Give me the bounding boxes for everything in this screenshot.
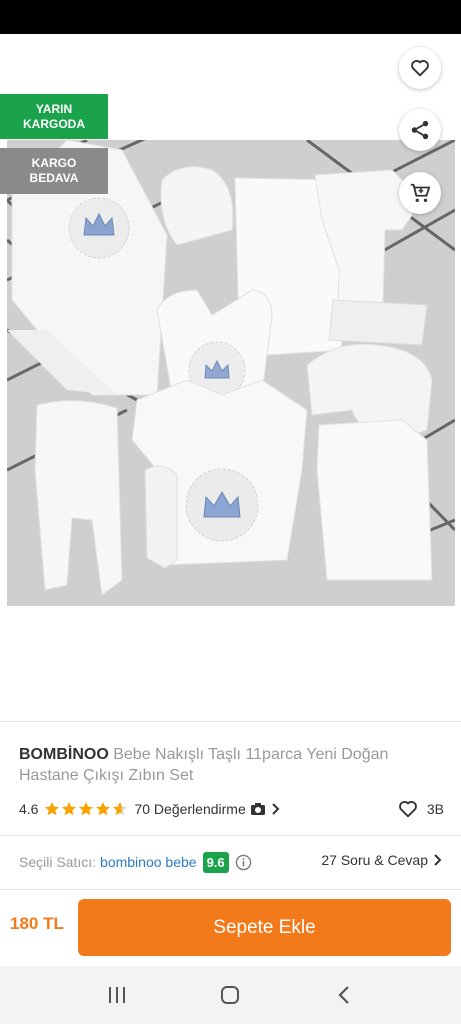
share-button[interactable] [399, 109, 441, 151]
star-rating [44, 801, 128, 817]
purchase-bar: 180 TL Sepete Ekle [0, 890, 461, 966]
product-photo[interactable] [7, 140, 455, 606]
arrow-left-icon [24, 59, 44, 77]
free-shipping-line1: KARGO [31, 156, 77, 170]
chevron-right-icon [434, 854, 442, 866]
chevron-left-icon [338, 986, 349, 1004]
back-nav-button[interactable] [324, 975, 364, 1015]
divider [0, 835, 461, 836]
star-icon [96, 802, 111, 816]
qa-link[interactable]: 27 Soru & Cevap [321, 852, 442, 868]
product-image-area[interactable]: YARIN KARGODA KARGO BEDAVA [0, 34, 461, 720]
star-icon [45, 802, 60, 816]
rating-value: 4.6 [19, 801, 39, 817]
rating-row: 4.6 70 Değerlendirme 3B [19, 798, 444, 820]
fast-shipping-badge: YARIN KARGODA [0, 94, 108, 139]
heart-icon [398, 801, 417, 818]
star-icon [62, 802, 77, 816]
status-bar [0, 0, 461, 34]
home-icon [221, 986, 240, 1004]
heart-icon [411, 60, 429, 77]
free-shipping-badge: KARGO BEDAVA [0, 148, 108, 194]
recent-apps-icon [108, 987, 125, 1003]
camera-icon [250, 803, 265, 815]
seller-row: Seçili Satıcı: bombinoo bebe 9.6 27 Soru… [19, 850, 444, 874]
cart-icon [410, 183, 431, 202]
price: 180 TL [10, 914, 64, 933]
qa-label: 27 Soru & Cevap [321, 852, 428, 868]
fast-shipping-line2: KARGODA [23, 116, 85, 131]
system-nav-bar [0, 966, 461, 1024]
favorites-count: 3B [426, 801, 444, 817]
seller-label: Seçili Satıcı: [19, 854, 97, 870]
seller-score-badge: 9.6 [202, 851, 229, 873]
chevron-right-icon [272, 803, 280, 815]
reviews-link[interactable]: 70 Değerlendirme [134, 801, 280, 817]
reviews-count: 70 Değerlendirme [134, 801, 246, 817]
recent-apps-button[interactable] [97, 975, 137, 1015]
product-title: BOMBİNOO Bebe Nakışlı Taşlı 11parca Yeni… [19, 744, 449, 786]
divider [0, 721, 461, 722]
cart-button[interactable] [399, 172, 441, 214]
add-to-cart-button[interactable]: Sepete Ekle [78, 899, 451, 956]
info-icon[interactable] [235, 854, 252, 871]
favorites-count-button[interactable]: 3B [397, 798, 444, 820]
home-button[interactable] [210, 975, 250, 1015]
free-shipping-line2: BEDAVA [29, 171, 79, 185]
star-icon [113, 802, 128, 816]
star-icon [79, 802, 94, 816]
fast-shipping-line1: YARIN [35, 101, 73, 116]
favorite-button[interactable] [399, 47, 441, 89]
share-icon [411, 120, 429, 140]
back-button[interactable] [14, 50, 54, 86]
seller-name-link[interactable]: bombinoo bebe [100, 854, 197, 870]
product-brand: BOMBİNOO [19, 746, 109, 763]
